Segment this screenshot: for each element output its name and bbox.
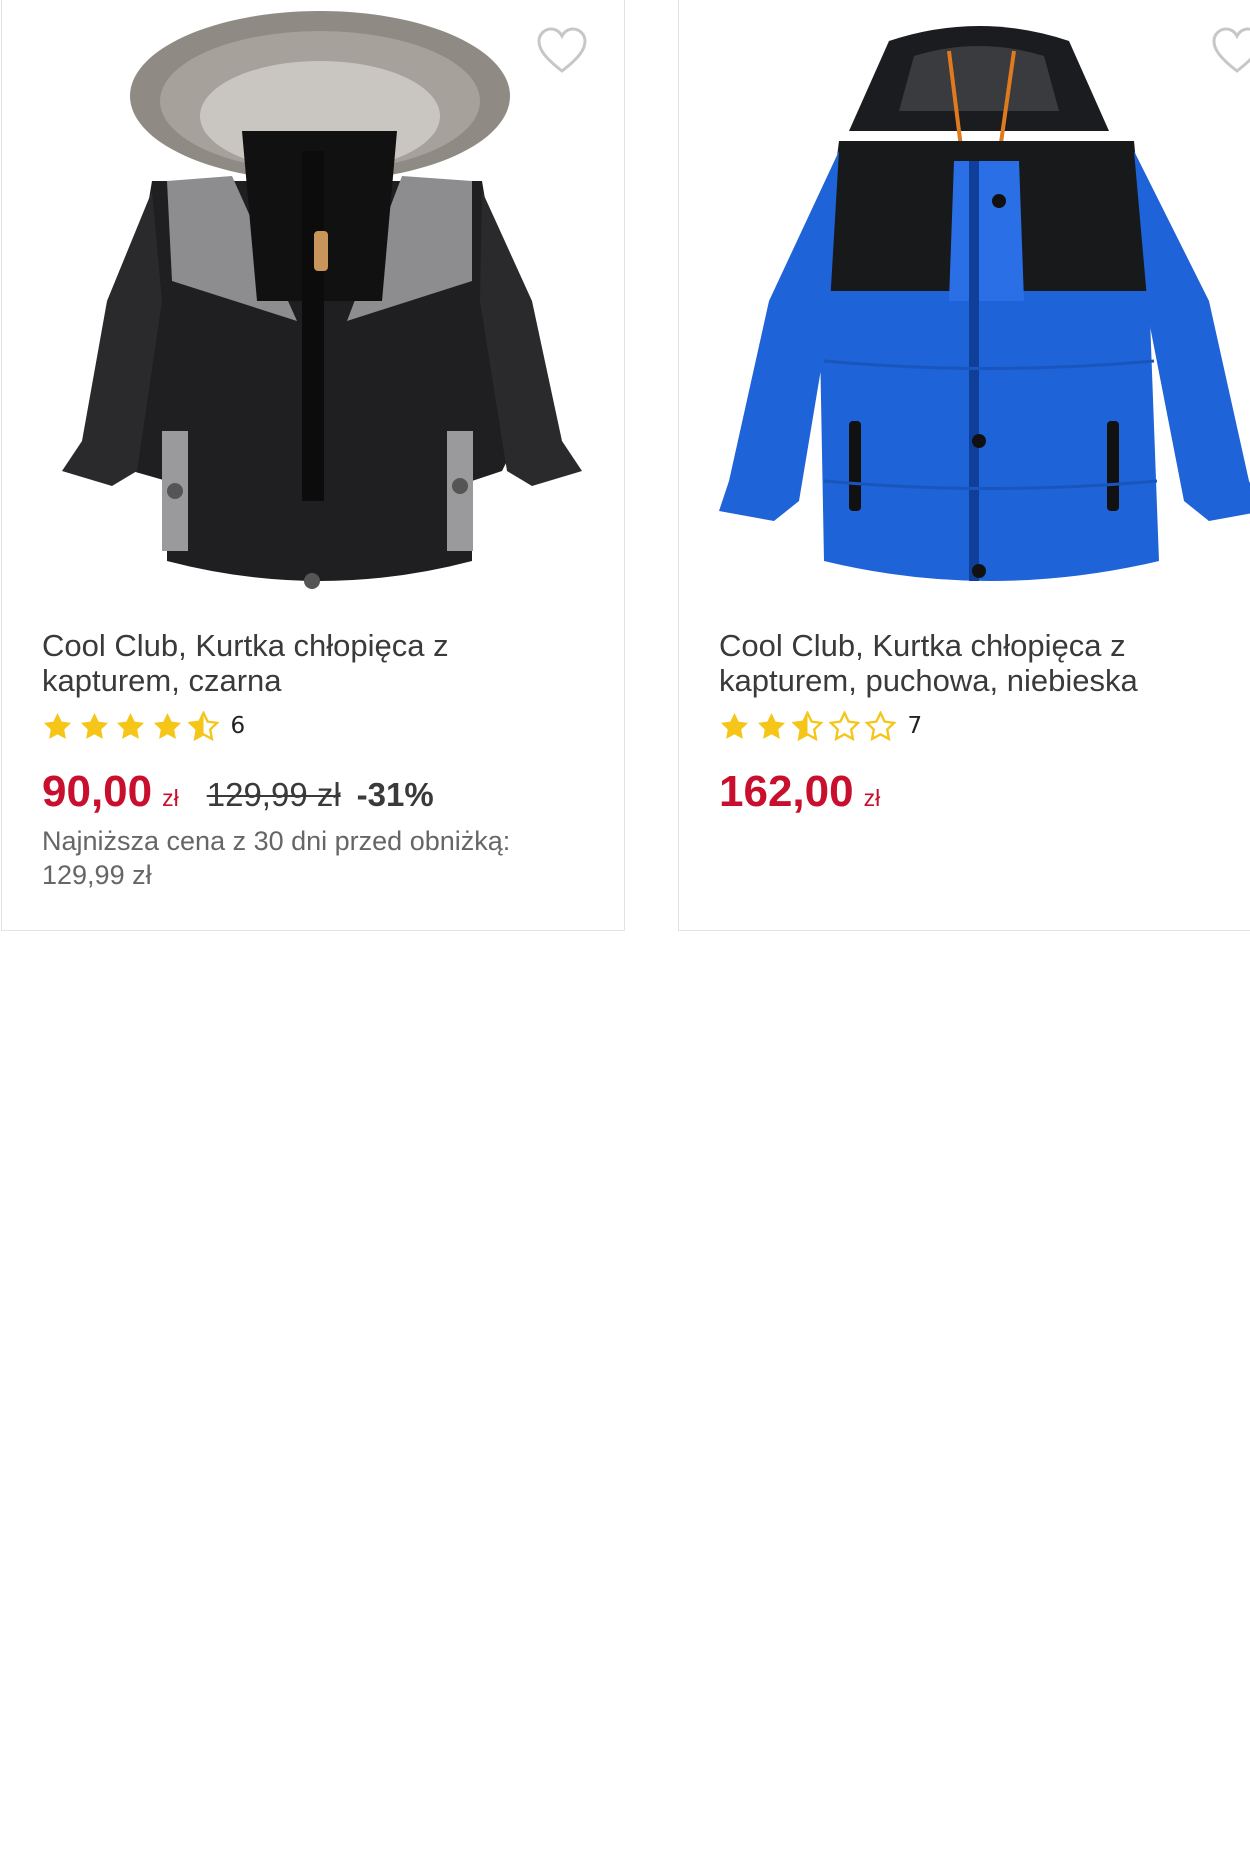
star-icon <box>116 712 145 739</box>
product-card[interactable]: Cool Club, Kurtka chłopięca z kapturem, … <box>678 0 1250 931</box>
discount-badge: -31% <box>356 776 434 813</box>
heart-outline-icon <box>537 27 587 73</box>
old-price: 129,99 zł <box>206 776 341 813</box>
black-jacket-image <box>62 11 582 589</box>
favorite-button[interactable] <box>1211 27 1250 75</box>
rating-count: 6 <box>230 713 246 739</box>
star-empty-icon <box>828 710 860 741</box>
star-icon <box>153 712 181 739</box>
product-rating: 6 <box>42 709 245 743</box>
heart-outline-icon <box>1212 27 1250 73</box>
product-card[interactable]: Cool Club, Kurtka chłopięca z kapturem, … <box>1 0 625 931</box>
product-image[interactable] <box>679 1 1250 601</box>
star-half-icon <box>188 710 219 741</box>
currency: zł <box>162 785 179 811</box>
product-grid: Cool Club, Kurtka chłopięca z kapturem, … <box>0 0 1250 1863</box>
product-title[interactable]: Cool Club, Kurtka chłopięca z kapturem, … <box>719 628 1250 698</box>
blue-jacket-image <box>719 26 1250 581</box>
star-empty-icon <box>865 710 896 741</box>
product-image[interactable] <box>2 1 624 601</box>
favorite-button[interactable] <box>536 27 588 75</box>
product-title[interactable]: Cool Club, Kurtka chłopięca z kapturem, … <box>42 628 582 698</box>
star-icon <box>720 712 749 739</box>
rating-count: 7 <box>907 713 923 739</box>
star-icon <box>80 712 108 739</box>
product-rating: 7 <box>719 709 922 743</box>
price-row: 90,00 zł 129,99 zł -31% <box>42 767 434 817</box>
current-price: 162,00 <box>719 767 854 816</box>
star-icon <box>757 712 785 739</box>
price-row: 162,00 zł <box>719 767 880 817</box>
lowest-price-note: Najniższa cena z 30 dni przed obniżką: 1… <box>42 826 511 890</box>
current-price: 90,00 <box>42 767 153 816</box>
currency: zł <box>863 785 881 811</box>
star-half-icon <box>792 710 823 741</box>
star-icon <box>43 712 72 739</box>
